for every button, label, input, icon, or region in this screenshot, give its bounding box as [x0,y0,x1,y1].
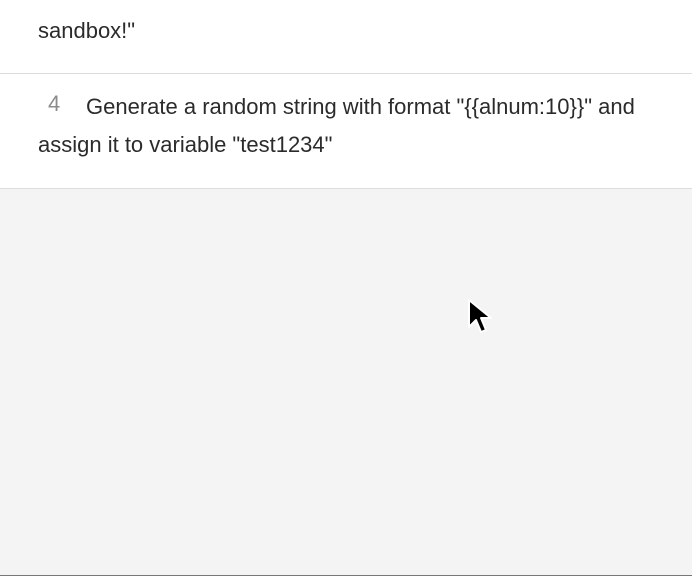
step-description: Generate a random string with format "{{… [38,94,635,157]
test-steps-list: 3 Click on the "h3" element with text "W… [0,0,692,189]
test-step-row[interactable]: 4 Generate a random string with format "… [0,74,692,189]
mouse-pointer-icon [468,299,492,333]
test-step-row[interactable]: 3 Click on the "h3" element with text "W… [0,0,692,74]
test-steps-page: 3 Click on the "h3" element with text "W… [0,0,692,576]
step-description: Click on the "h3" element with text "Wel… [38,0,591,43]
